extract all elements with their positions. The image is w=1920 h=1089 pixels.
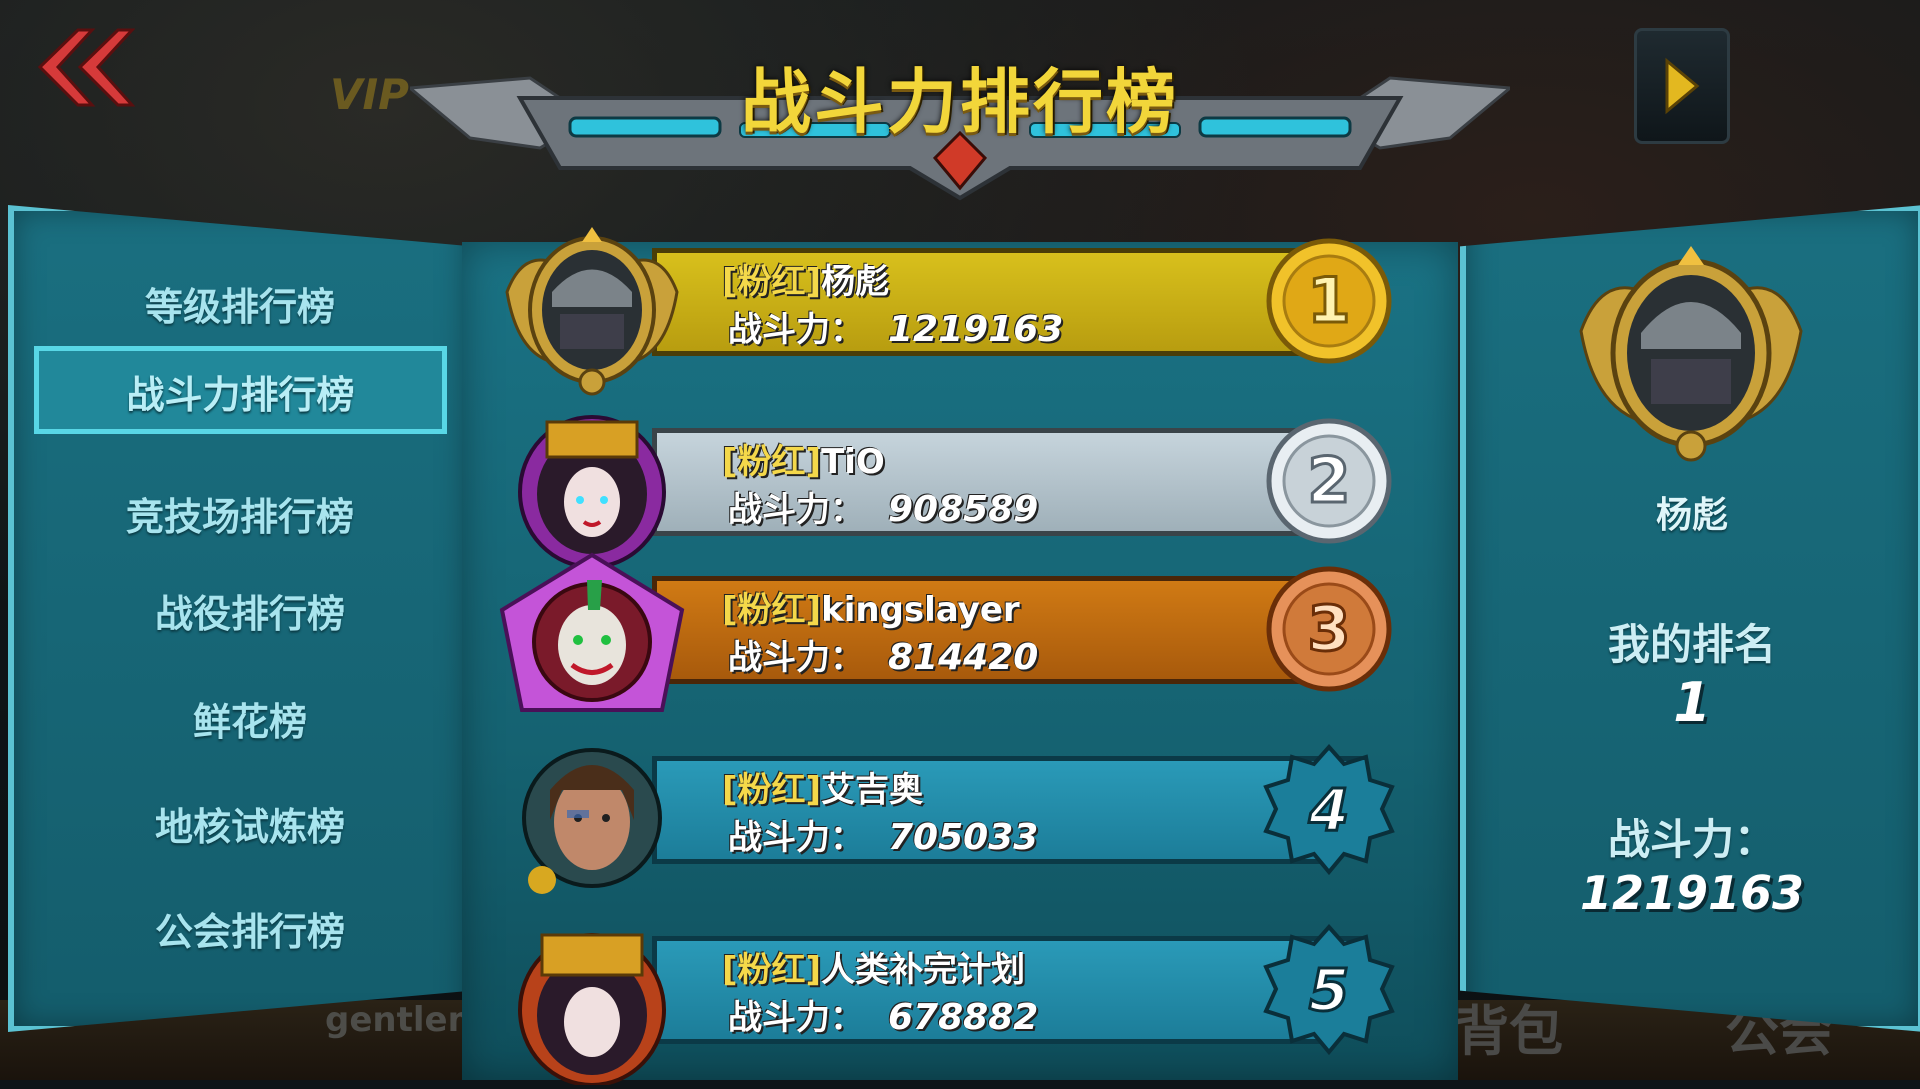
- ranking-row[interactable]: [粉红]艾吉奥 战斗力： 705033 4: [462, 730, 1458, 905]
- rank-5-badge: 5: [1262, 922, 1397, 1057]
- double-chevron-left-icon: [37, 28, 135, 107]
- my-power-label: 战斗力：: [1607, 815, 1776, 864]
- blue-star-badge-icon: 5: [1263, 923, 1395, 1056]
- menu-item-campaign-ranking[interactable]: 战役排行榜: [24, 583, 472, 638]
- rank-3-medal: 3: [1262, 562, 1397, 697]
- ninja-portrait-icon: [505, 227, 679, 396]
- power-label: 战斗力：: [728, 638, 864, 678]
- rank-number: 4: [1308, 776, 1349, 844]
- menu-item-guild-ranking[interactable]: 公会排行榜: [24, 901, 472, 956]
- player-avatar[interactable]: [492, 222, 692, 397]
- my-rank-value: 1: [1673, 671, 1711, 734]
- player-title-tag: [粉红]: [722, 262, 822, 302]
- silver-medal-icon: 2: [1266, 418, 1392, 544]
- rank-1-medal: 1: [1262, 234, 1397, 369]
- ranking-row[interactable]: [粉红]人类补完计划 战斗力： 678882 5: [462, 910, 1458, 1087]
- ranking-row[interactable]: [粉红]kingslayer 战斗力： 814420 3: [462, 550, 1458, 725]
- rank-number: 5: [1309, 956, 1349, 1024]
- player-name-text: kingslayer: [821, 590, 1020, 630]
- menu-item-flower-ranking[interactable]: 鲜花榜: [24, 691, 472, 746]
- header-banner: 战斗力排行榜: [410, 28, 1510, 203]
- power-line: 战斗力： 814420: [728, 630, 1038, 679]
- power-label: 战斗力：: [728, 818, 864, 858]
- player-name: [粉红]杨彪: [722, 254, 889, 303]
- power-value: 705033: [888, 817, 1039, 858]
- player-title-tag: [粉红]: [722, 950, 822, 990]
- menu-item-arena-ranking[interactable]: 竞技场排行榜: [14, 486, 466, 541]
- player-name: [粉红]TiO: [722, 434, 885, 483]
- power-line: 战斗力： 705033: [728, 810, 1038, 859]
- gold-medal-icon: 1: [1266, 238, 1392, 364]
- rank-number: 1: [1307, 264, 1350, 337]
- ranking-category-menu: 等级排行榜 战斗力排行榜 竞技场排行榜 战役排行榜 鲜花榜 地核试炼榜 公会排行…: [8, 205, 472, 1032]
- power-line: 战斗力： 908589: [728, 482, 1038, 531]
- power-value: 678882: [888, 997, 1039, 1038]
- player-title-tag: [粉红]: [722, 770, 822, 810]
- rank-number: 3: [1307, 592, 1350, 665]
- power-line: 战斗力： 678882: [728, 990, 1038, 1039]
- ranking-list[interactable]: [粉红]杨彪 战斗力： 1219163 1 [粉红]TiO 战斗力： 90858…: [462, 227, 1458, 1087]
- player-name: [粉红]艾吉奥: [722, 762, 923, 811]
- blue-star-badge-icon: 4: [1263, 743, 1395, 876]
- chevron-right-icon: [1665, 57, 1700, 115]
- player-name-text: TiO: [821, 442, 885, 482]
- player-name: [粉红]人类补完计划: [722, 942, 1025, 991]
- power-value: 1219163: [888, 309, 1064, 350]
- my-player-name: 杨彪: [1655, 495, 1728, 536]
- warrior-portrait-icon: [522, 748, 662, 894]
- next-page-button[interactable]: [1634, 28, 1730, 144]
- power-label: 战斗力：: [728, 998, 864, 1038]
- ranking-row[interactable]: [粉红]杨彪 战斗力： 1219163 1: [462, 222, 1458, 397]
- power-line: 战斗力： 1219163: [728, 302, 1063, 351]
- clown-portrait-icon: [499, 552, 685, 712]
- menu-item-core-trial-ranking[interactable]: 地核试炼榜: [24, 796, 472, 851]
- ninja-portrait-icon: [1579, 246, 1803, 462]
- player-name-text: 艾吉奥: [821, 770, 924, 810]
- rank-number: 2: [1307, 444, 1350, 517]
- bronze-medal-icon: 3: [1266, 566, 1392, 692]
- power-value: 814420: [888, 637, 1039, 678]
- page-title: 战斗力排行榜: [741, 61, 1179, 143]
- rank-4-badge: 4: [1262, 742, 1397, 877]
- player-title-tag: [粉红]: [722, 442, 822, 482]
- my-power-value: 1219163: [1579, 866, 1805, 920]
- player-avatar[interactable]: [492, 730, 692, 905]
- power-label: 战斗力：: [728, 490, 864, 530]
- geisha-warrior-portrait-icon: [518, 933, 666, 1087]
- rank-2-medal: 2: [1262, 414, 1397, 549]
- menu-item-power-ranking[interactable]: 战斗力排行榜: [34, 346, 447, 434]
- bag-button-bg: 背包: [1455, 1000, 1563, 1063]
- player-title-tag: [粉红]: [722, 590, 822, 630]
- player-avatar[interactable]: [492, 910, 692, 1087]
- my-ranking-panel: 杨彪 我的排名 1 战斗力： 1219163: [1460, 205, 1920, 1032]
- power-value: 908589: [888, 489, 1039, 530]
- my-avatar[interactable]: [1566, 241, 1816, 466]
- player-name-text: 杨彪: [821, 262, 890, 302]
- back-button[interactable]: [30, 25, 135, 110]
- menu-item-level-ranking[interactable]: 等级排行榜: [14, 276, 466, 331]
- power-label: 战斗力：: [728, 310, 864, 350]
- player-name: [粉红]kingslayer: [722, 582, 1020, 631]
- vip-badge-bg: VIP: [330, 70, 409, 119]
- player-name-text: 人类补完计划: [821, 950, 1026, 990]
- player-avatar[interactable]: [492, 550, 692, 725]
- my-rank-label: 我的排名: [1607, 620, 1776, 669]
